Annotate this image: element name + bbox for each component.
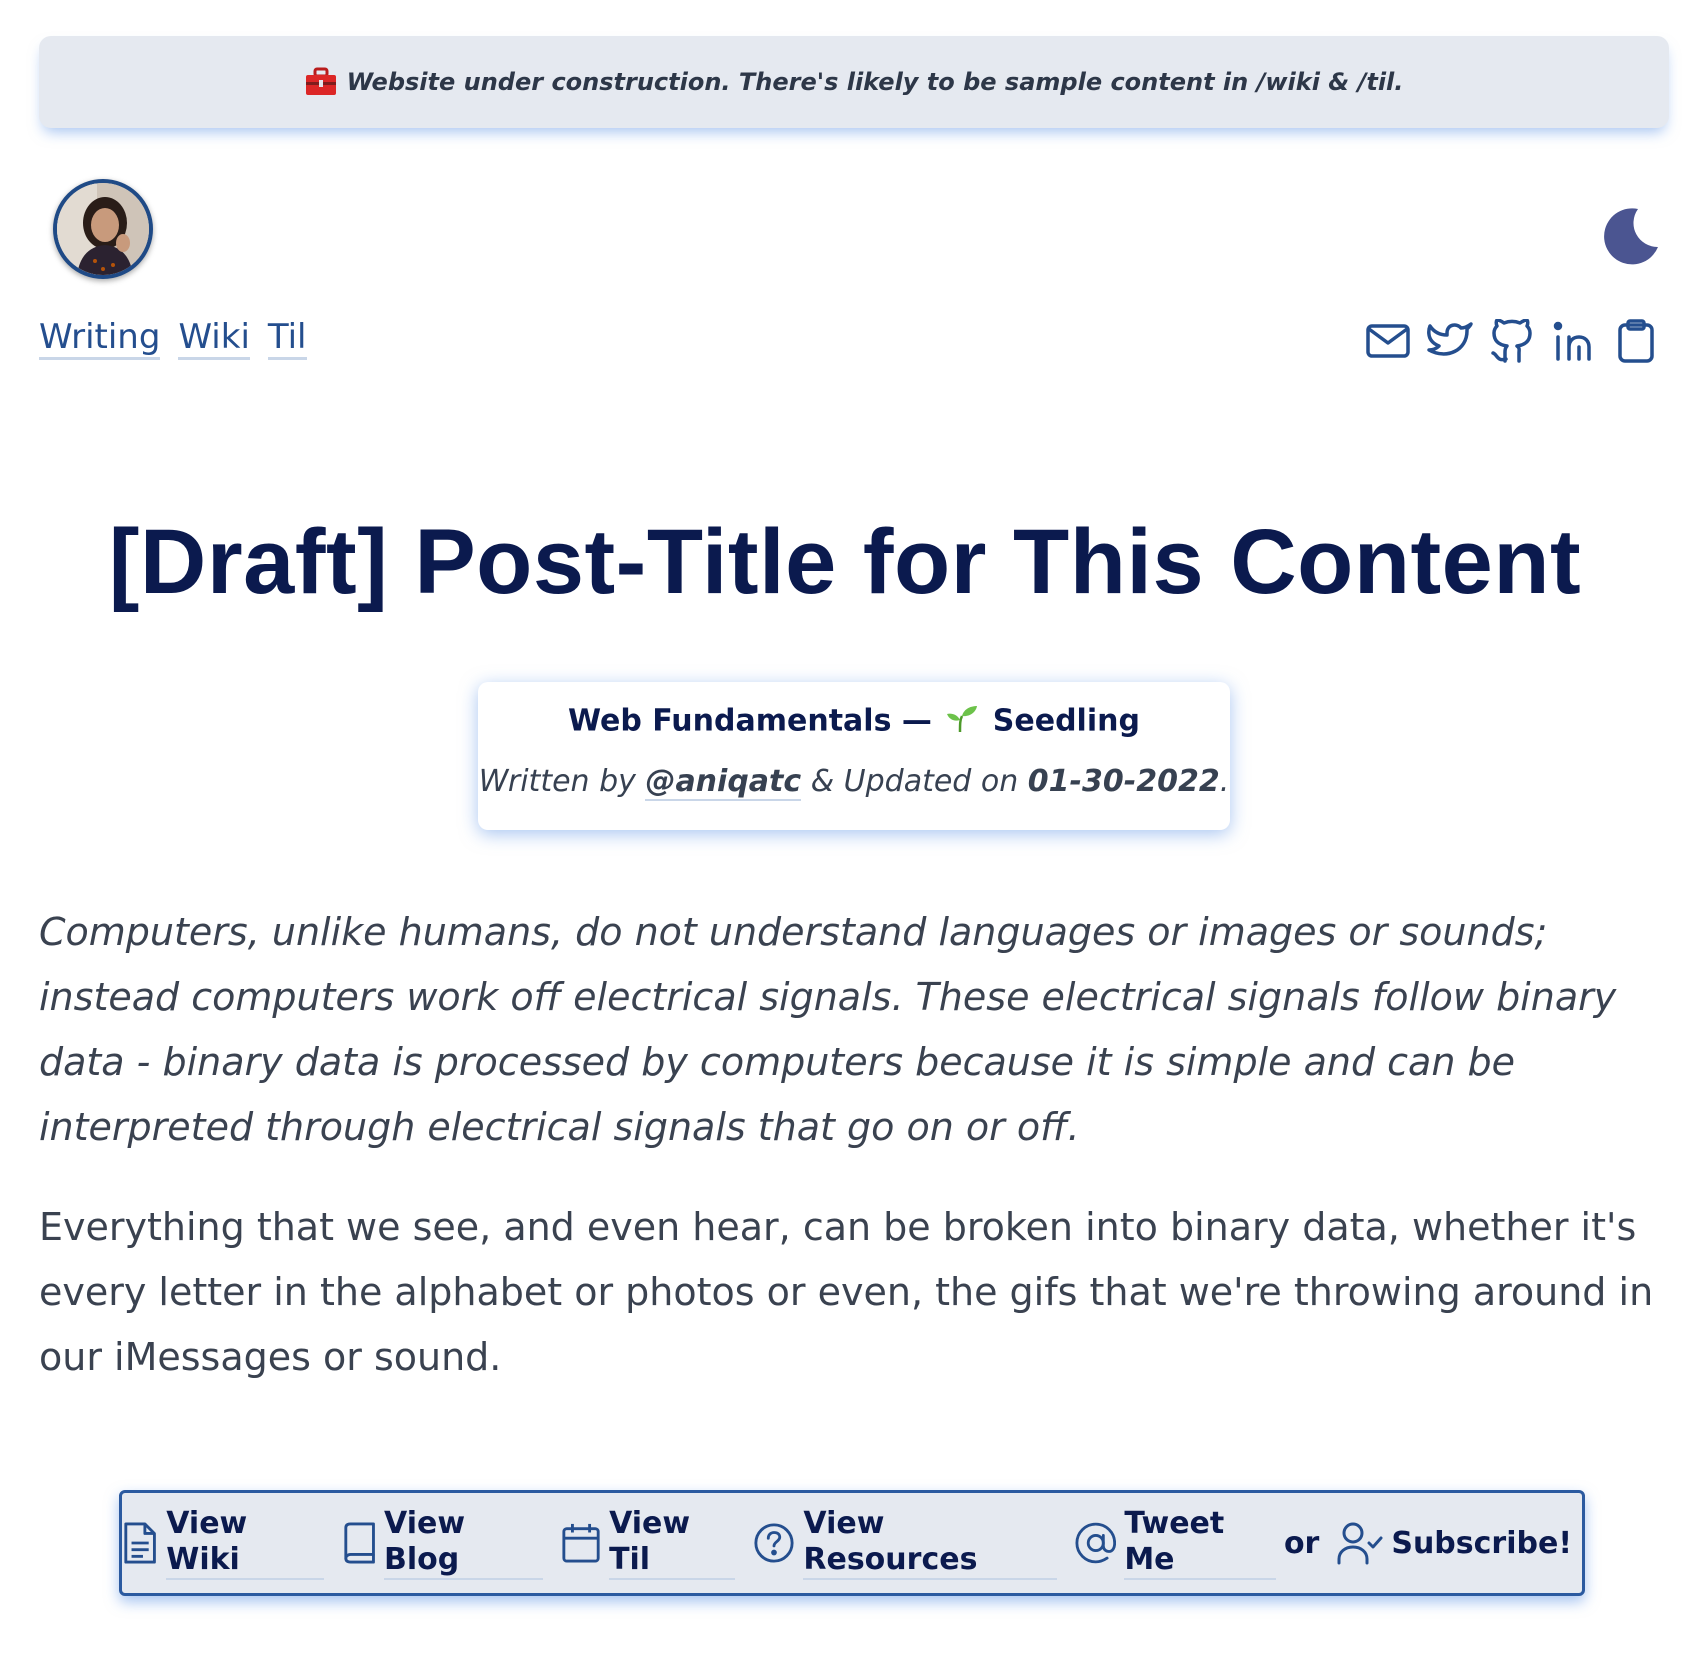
github-icon[interactable] <box>1489 318 1535 364</box>
nav-writing-link[interactable]: Writing <box>39 317 161 361</box>
clipboard-icon[interactable] <box>1613 318 1659 364</box>
written-by-label: Written by <box>478 764 636 799</box>
view-blog-link[interactable]: View Blog <box>342 1506 544 1580</box>
moon-icon[interactable] <box>1598 205 1660 267</box>
view-blog-label: View Blog <box>384 1506 544 1580</box>
tweet-me-link[interactable]: Tweet Me or <box>1075 1506 1320 1580</box>
question-circle-icon <box>754 1523 794 1563</box>
view-til-label: View Til <box>609 1506 736 1580</box>
calendar-icon <box>562 1523 600 1563</box>
author-link[interactable]: @aniqatc <box>645 764 802 801</box>
growth-status: Seedling <box>992 703 1140 739</box>
byline-period: . <box>1219 764 1230 799</box>
byline: Written by @aniqatc & Updated on 01-30-2… <box>478 764 1230 801</box>
linkedin-icon[interactable] <box>1551 318 1597 364</box>
nav-til-link[interactable]: Til <box>267 317 307 361</box>
intro-paragraph: Computers, unlike humans, do not underst… <box>39 910 1617 1149</box>
mail-icon[interactable] <box>1365 318 1411 364</box>
seedling-icon <box>946 702 978 742</box>
view-wiki-label: View Wiki <box>166 1506 324 1580</box>
view-wiki-link[interactable]: View Wiki <box>122 1506 324 1580</box>
or-text: or <box>1283 1525 1320 1561</box>
body-paragraph: Everything that we see, and even hear, c… <box>39 1205 1654 1379</box>
series-line: Web Fundamentals — Seedling <box>478 702 1230 742</box>
avatar[interactable] <box>53 179 153 279</box>
nav-wiki-link[interactable]: Wiki <box>178 317 250 361</box>
post-title: [Draft] Post-Title for This Content <box>108 511 1582 613</box>
post-meta-card: Web Fundamentals — Seedling Written by @… <box>478 682 1230 830</box>
tweet-me-label: Tweet Me <box>1124 1506 1276 1580</box>
updated-on-label: & Updated on <box>810 764 1019 799</box>
social-links <box>1365 318 1659 364</box>
at-sign-icon <box>1075 1522 1116 1564</box>
view-resources-link[interactable]: View Resources <box>753 1506 1057 1580</box>
footer-links-bar: View Wiki View Blog View Til View Resour… <box>119 1490 1585 1596</box>
subscribe-label: Subscribe! <box>1391 1525 1573 1561</box>
view-til-link[interactable]: View Til <box>561 1506 736 1580</box>
twitter-icon[interactable] <box>1427 318 1473 364</box>
toolbox-icon <box>305 67 337 97</box>
book-icon <box>344 1522 375 1564</box>
view-resources-label: View Resources <box>803 1506 1057 1580</box>
document-icon <box>124 1522 156 1564</box>
construction-banner: Website under construction. There's like… <box>39 36 1669 128</box>
subscribe-link[interactable]: Subscribe! <box>1337 1521 1572 1565</box>
post-content: Computers, unlike humans, do not underst… <box>39 900 1659 1390</box>
main-nav: Writing Wiki Til <box>39 317 307 361</box>
user-check-icon <box>1337 1522 1383 1565</box>
banner-text: Website under construction. There's like… <box>346 68 1404 96</box>
updated-date: 01-30-2022 <box>1027 764 1220 799</box>
series-name: Web Fundamentals — <box>568 703 932 739</box>
